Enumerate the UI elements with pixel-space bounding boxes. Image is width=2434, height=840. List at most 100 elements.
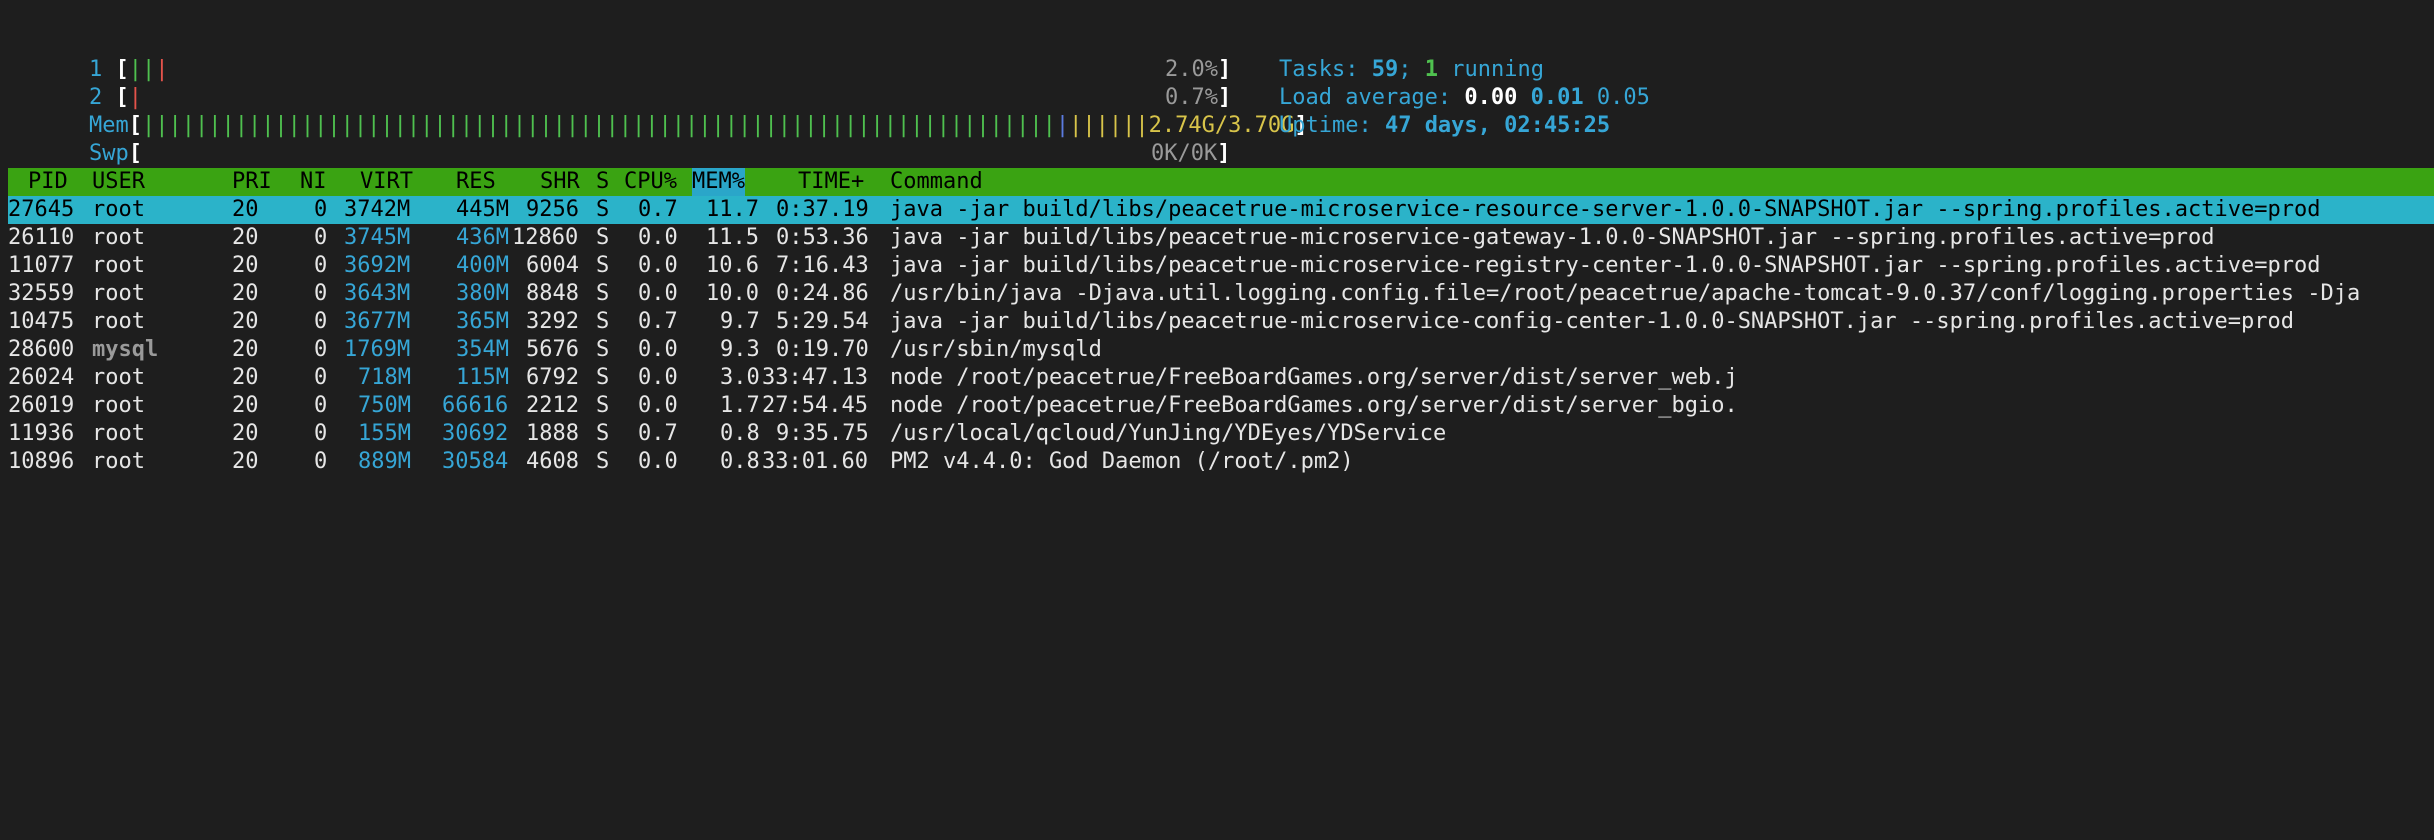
ni: 0 — [314, 225, 328, 250]
shr: 2212 — [526, 393, 579, 418]
mem: 10.6 — [706, 253, 759, 278]
command: java -jar build/libs/peacetrue-microserv… — [890, 225, 2215, 250]
ni: 0 — [314, 393, 328, 418]
command: java -jar build/libs/peacetrue-microserv… — [890, 197, 2321, 222]
process-row[interactable]: 26024 root 20 0 718M 115M 6792 S 0.0 3.0… — [8, 364, 2434, 392]
col-time[interactable]: TIME+ — [798, 168, 864, 196]
process-row[interactable]: 10896 root 20 0 889M 30584 4608 S 0.0 0.… — [8, 448, 2434, 476]
swp-label: Swp — [88, 141, 129, 166]
virt: 3643M — [344, 281, 411, 306]
virt: 155M — [358, 421, 411, 446]
state: S — [596, 421, 610, 446]
ni: 0 — [314, 281, 328, 306]
pid: 26024 — [8, 365, 75, 390]
shr: 5676 — [526, 337, 579, 362]
col-ni[interactable]: NI — [300, 168, 327, 196]
virt: 718M — [358, 365, 411, 390]
time: 7:16.43 — [776, 253, 869, 278]
shr: 1888 — [526, 421, 579, 446]
command: java -jar build/libs/peacetrue-microserv… — [890, 309, 2294, 334]
pid: 32559 — [8, 281, 75, 306]
time: 9:35.75 — [776, 421, 869, 446]
col-shr[interactable]: SHR — [540, 168, 580, 196]
pri: 20 — [232, 421, 259, 446]
pid: 26110 — [8, 225, 75, 250]
time: 0:53.36 — [776, 225, 869, 250]
res: 380M — [456, 281, 509, 306]
cpu: 0.0 — [638, 365, 678, 390]
time: 0:19.70 — [776, 337, 869, 362]
ni: 0 — [314, 449, 328, 474]
pid: 28600 — [8, 337, 75, 362]
shr: 3292 — [526, 309, 579, 334]
res: 400M — [456, 253, 509, 278]
cpu: 0.0 — [638, 449, 678, 474]
shr: 6004 — [526, 253, 579, 278]
command: /usr/bin/java -Djava.util.logging.config… — [890, 281, 2361, 306]
command: node /root/peacetrue/FreeBoardGames.org/… — [890, 393, 1738, 418]
process-row[interactable]: 11936 root 20 0 155M 30692 1888 S 0.7 0.… — [8, 420, 2434, 448]
process-row[interactable]: 26110 root 20 0 3745M 436M 12860 S 0.0 1… — [8, 224, 2434, 252]
cpu1-bar-kernel: | — [155, 57, 169, 82]
ni: 0 — [314, 337, 328, 362]
col-cpu[interactable]: CPU% — [624, 168, 677, 196]
mem: 0.8 — [720, 449, 760, 474]
col-state[interactable]: S — [596, 168, 609, 196]
ni: 0 — [314, 197, 328, 222]
res: 365M — [456, 309, 509, 334]
col-pid[interactable]: PID — [28, 168, 68, 196]
mem-bar-used: ||||||||||||||||||||||||||||||||||||||||… — [141, 113, 1056, 138]
col-res[interactable]: RES — [456, 168, 496, 196]
shr: 8848 — [526, 281, 579, 306]
state: S — [596, 365, 610, 390]
time: 27:54.45 — [762, 393, 868, 418]
ni: 0 — [314, 253, 328, 278]
user: root — [92, 365, 145, 390]
shr: 12860 — [512, 225, 579, 250]
user: root — [92, 309, 145, 334]
process-row[interactable]: 32559 root 20 0 3643M 380M 8848 S 0.0 10… — [8, 280, 2434, 308]
user: root — [92, 225, 145, 250]
user: root — [92, 393, 145, 418]
virt: 889M — [358, 449, 411, 474]
virt: 1769M — [344, 337, 411, 362]
state: S — [596, 337, 610, 362]
uptime-label: Uptime: — [1278, 113, 1372, 138]
command: java -jar build/libs/peacetrue-microserv… — [890, 253, 2321, 278]
ni: 0 — [314, 309, 328, 334]
res: 436M — [456, 225, 509, 250]
state: S — [596, 197, 610, 222]
pri: 20 — [232, 197, 259, 222]
time: 33:47.13 — [762, 365, 868, 390]
uptime-value: 47 days, 02:45:25 — [1384, 113, 1611, 138]
time: 33:01.60 — [762, 449, 868, 474]
col-user[interactable]: USER — [92, 168, 145, 196]
process-row-selected[interactable]: 27645 root 20 0 3742M 445M 9256 S 0.7 11… — [8, 196, 2434, 224]
ni: 0 — [314, 421, 328, 446]
pid: 27645 — [8, 197, 75, 222]
cpu: 0.7 — [638, 309, 678, 334]
virt: 3677M — [344, 309, 411, 334]
res: 115M — [456, 365, 509, 390]
col-command[interactable]: Command — [890, 168, 983, 196]
col-mem-sorted[interactable]: MEM% — [692, 168, 745, 196]
process-row[interactable]: 26019 root 20 0 750M 66616 2212 S 0.0 1.… — [8, 392, 2434, 420]
state: S — [596, 449, 610, 474]
mem: 10.0 — [706, 281, 759, 306]
virt: 3692M — [344, 253, 411, 278]
mem: 11.7 — [706, 197, 759, 222]
res: 30692 — [442, 421, 509, 446]
process-row[interactable]: 10475 root 20 0 3677M 365M 3292 S 0.7 9.… — [8, 308, 2434, 336]
col-virt[interactable]: VIRT — [360, 168, 413, 196]
process-row[interactable]: 28600 mysql 20 0 1769M 354M 5676 S 0.0 9… — [8, 336, 2434, 364]
cpu: 0.0 — [638, 253, 678, 278]
res: 445M — [456, 197, 509, 222]
time: 0:24.86 — [776, 281, 869, 306]
uptime-line: Uptime: 47 days, 02:45:25 — [1226, 84, 1610, 168]
mem-bar-buffers: | — [1055, 113, 1070, 138]
process-row[interactable]: 11077 root 20 0 3692M 400M 6004 S 0.0 10… — [8, 252, 2434, 280]
col-pri[interactable]: PRI — [232, 168, 272, 196]
time: 5:29.54 — [776, 309, 869, 334]
command: PM2 v4.4.0: God Daemon (/root/.pm2) — [890, 449, 1354, 474]
res: 66616 — [442, 393, 509, 418]
